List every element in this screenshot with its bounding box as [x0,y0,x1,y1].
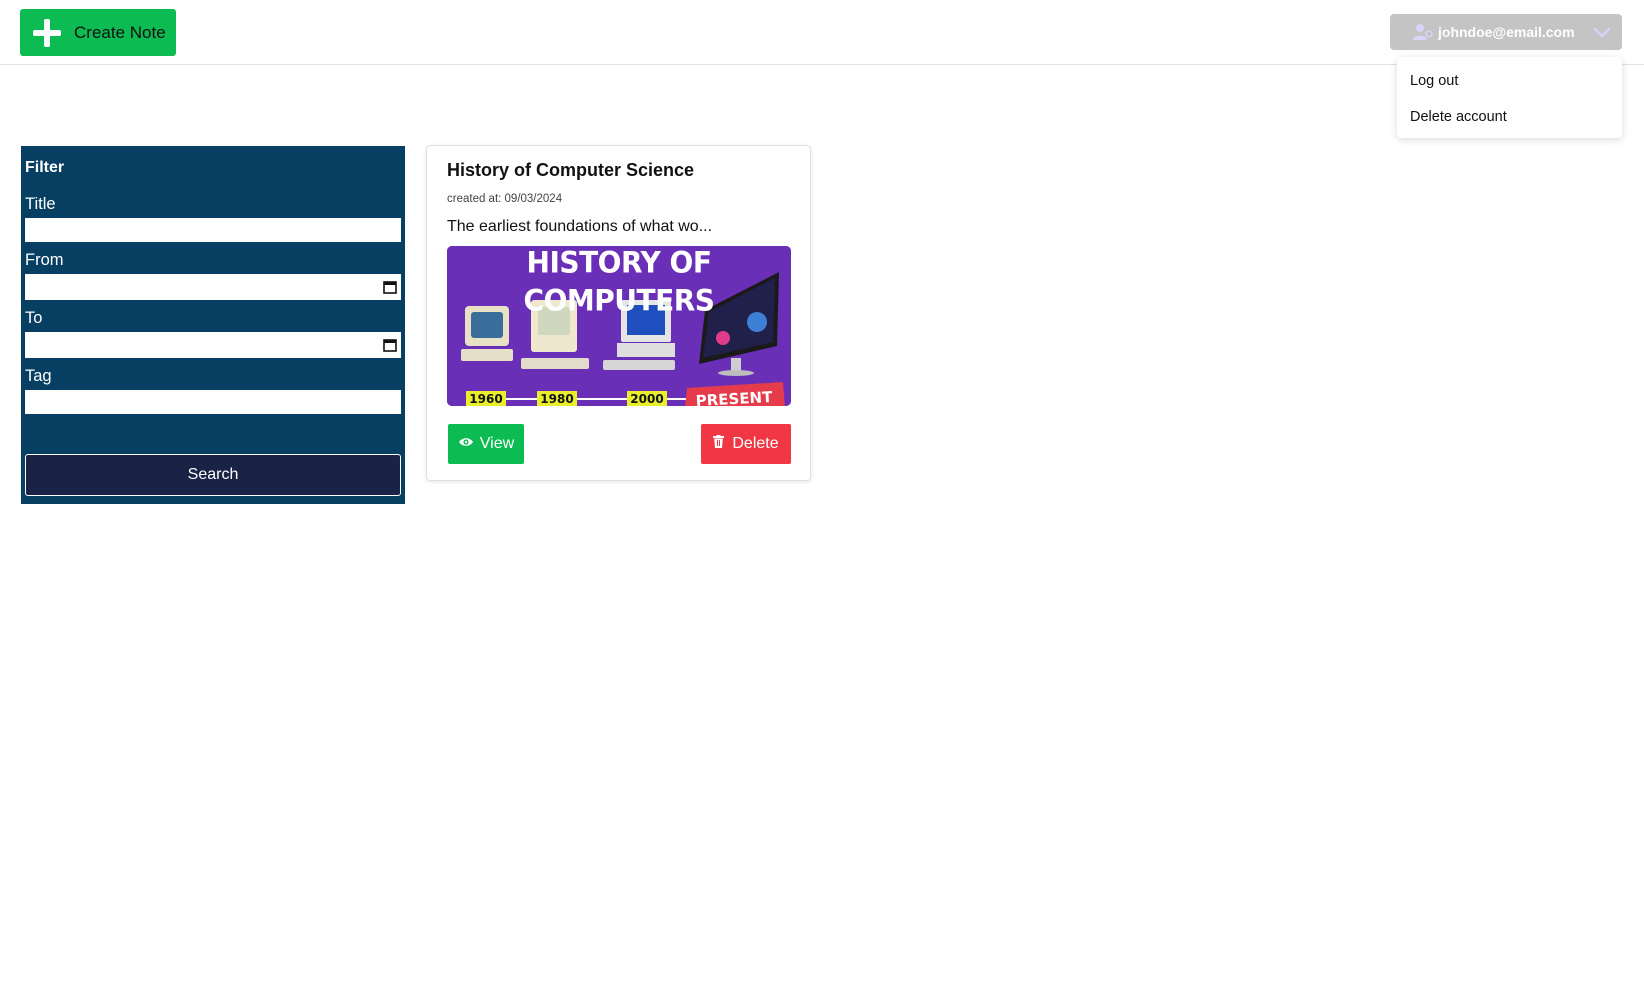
user-icon [1412,23,1434,41]
note-created-date: created at: 09/03/2024 [447,193,563,205]
note-card: History of Computer Science created at: … [426,145,811,481]
filter-panel: Filter Title From To Tag Search [21,146,405,504]
filter-heading: Filter [25,159,65,176]
delete-note-button[interactable]: Delete [701,424,791,464]
title-label: Title [25,195,56,213]
menu-item-delete-account[interactable]: Delete account [1397,99,1622,135]
title-input[interactable] [25,218,401,242]
year-1960-label: 1960 [469,392,502,406]
from-label: From [25,251,64,269]
tag-input[interactable] [25,390,401,414]
calendar-icon[interactable] [383,280,397,294]
note-excerpt: The earliest foundations of what wo... [447,218,713,235]
user-dropdown-menu: Log out Delete account [1397,57,1622,138]
search-button[interactable]: Search [25,454,401,496]
view-label: View [479,435,515,452]
menu-item-log-out[interactable]: Log out [1397,63,1622,99]
user-menu-button[interactable]: johndoe@email.com [1390,14,1622,50]
create-note-button[interactable]: Create Note [20,9,176,56]
user-email: johndoe@email.com [1438,24,1575,40]
trash-icon [713,435,725,453]
from-date-input[interactable] [25,274,401,300]
top-bar: Create Note johndoe@email.com [0,0,1644,65]
plus-icon [32,18,62,48]
thumbnail-heading: HISTORY OF COMPUTERS [523,246,715,318]
delete-label: Delete [732,435,779,452]
year-1980-label: 1980 [540,392,573,406]
view-note-button[interactable]: View [448,424,524,464]
to-label: To [25,309,43,327]
note-title: History of Computer Science [447,160,695,180]
note-thumbnail: 1960 1980 2000 PRESENT HISTORY OF COMPUT… [447,246,791,406]
year-2000-label: 2000 [630,392,663,406]
calendar-icon[interactable] [383,338,397,352]
eye-icon [458,435,474,453]
present-label: PRESENT [695,388,773,406]
chevron-down-icon [1592,23,1612,41]
create-note-label: Create Note [74,22,166,42]
to-date-input[interactable] [25,332,401,358]
tag-label: Tag [25,367,52,385]
